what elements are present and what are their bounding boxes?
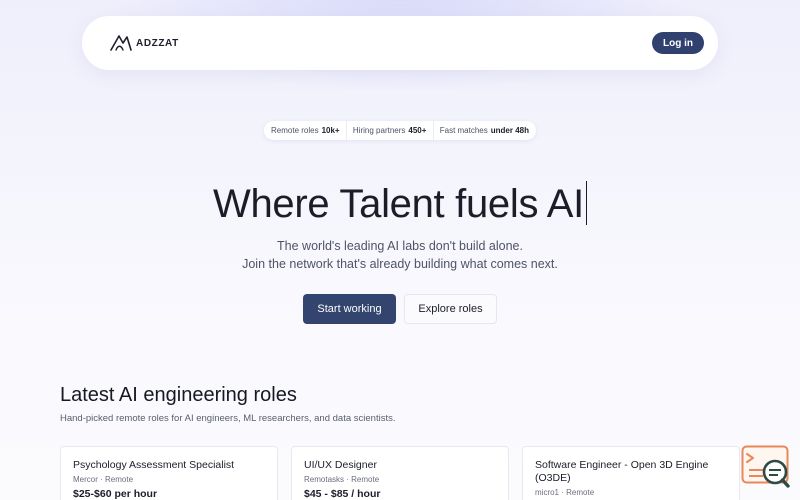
stats-pill: Remote roles 10k+ Hiring partners 450+ F… — [264, 121, 536, 140]
brand-logo[interactable]: ADZZAT — [110, 32, 179, 54]
hero-title: Where Talent fuels AI — [0, 181, 800, 227]
stat-label: Fast matches — [439, 126, 488, 135]
role-pay: $25-$60 per hour — [73, 488, 158, 500]
brand-name: ADZZAT — [136, 37, 179, 49]
role-card[interactable]: Software Engineer - Open 3D Engine (O3DE… — [522, 446, 740, 500]
login-button[interactable]: Log in — [652, 32, 704, 54]
chat-search-icon — [741, 445, 790, 488]
role-title: UI/UX Designer — [304, 459, 377, 471]
roles-card-list: Psychology Assessment Specialist Mercor … — [60, 446, 740, 500]
hero-title-text: Where Talent fuels AI — [213, 182, 584, 226]
text-cursor — [585, 181, 587, 225]
stat-remote-roles: Remote roles 10k+ — [271, 126, 340, 135]
start-working-button[interactable]: Start working — [303, 294, 396, 324]
roles-section-subtitle: Hand-picked remote roles for AI engineer… — [60, 413, 396, 424]
top-navbar: ADZZAT Log in — [82, 16, 718, 70]
role-location: Remote — [351, 475, 380, 484]
role-company: Remotasks — [304, 475, 345, 484]
role-title: Software Engineer - Open 3D Engine (O3DE… — [535, 459, 709, 484]
logo-mark-icon — [110, 35, 132, 51]
stat-divider — [345, 121, 347, 140]
role-location: Remote — [566, 488, 595, 497]
role-card[interactable]: UI/UX Designer Remotasks · Remote $45 - … — [291, 446, 509, 500]
role-title: Psychology Assessment Specialist — [73, 459, 235, 471]
chat-search-widget[interactable] — [741, 445, 791, 489]
hero-subtitle-line-1: The world's leading AI labs don't build … — [277, 239, 523, 253]
role-meta: Mercor · Remote — [73, 475, 134, 484]
hero-subtitle-line-2: Join the network that's already building… — [242, 257, 558, 271]
role-company: Mercor — [73, 475, 98, 484]
role-company: micro1 — [535, 488, 560, 497]
role-pay: $45 - $85 / hour — [304, 488, 381, 500]
stat-value: 10k+ — [321, 126, 340, 135]
stat-label: Remote roles — [271, 126, 319, 135]
stat-value: 450+ — [408, 126, 427, 135]
roles-section-title: Latest AI engineering roles — [60, 384, 297, 406]
role-meta: micro1 · Remote — [535, 488, 595, 497]
role-meta: Remotasks · Remote — [304, 475, 380, 484]
stat-divider — [432, 121, 434, 140]
stat-label: Hiring partners — [352, 126, 406, 135]
role-location: Remote — [105, 475, 134, 484]
role-card[interactable]: Psychology Assessment Specialist Mercor … — [60, 446, 278, 500]
explore-roles-button[interactable]: Explore roles — [404, 294, 497, 324]
stat-value: under 48h — [490, 126, 529, 135]
stat-hiring-partners: Hiring partners 450+ — [353, 126, 427, 135]
stat-fast-matches: Fast matches under 48h — [440, 126, 529, 135]
